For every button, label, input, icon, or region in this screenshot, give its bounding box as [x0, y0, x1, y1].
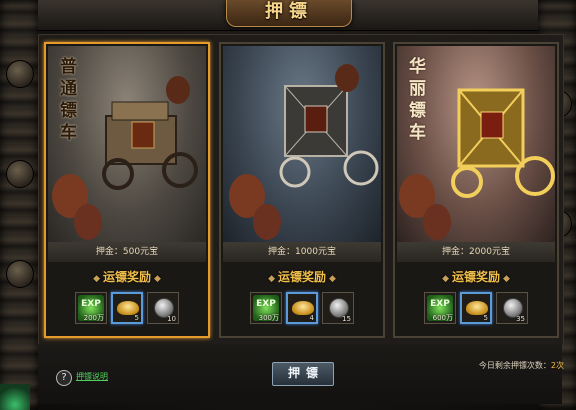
reward-qty: 300万 — [258, 314, 279, 322]
reward-qty: 200万 — [83, 314, 104, 322]
left-dragon-pillar — [0, 0, 38, 410]
gold-ingot-icon — [292, 301, 314, 315]
reward-qty: 15 — [342, 315, 351, 323]
gold-ingot-icon — [466, 301, 488, 315]
reward-slot-coin[interactable]: 15 — [322, 292, 354, 324]
deposit-text: 押金：500元宝 — [48, 242, 206, 262]
remaining-count: 今日剩余押镖次数：2次 — [479, 360, 564, 371]
reward-qty: 5 — [134, 314, 139, 322]
reward-title: ◆ 运镖奖励 ◆ — [93, 270, 161, 284]
reward-title-text: 运镖奖励 — [277, 270, 326, 284]
cart-name-char: 车 — [409, 123, 426, 143]
remaining-value: 2次 — [550, 361, 564, 370]
cart-name-luxury: 华 丽 镖 车 — [409, 56, 431, 144]
cart-card-iron[interactable]: 押金：1000元宝 ◆ 运镖奖励 ◆ EXP 300万 4 15 — [219, 42, 385, 338]
reward-slot-exp[interactable]: EXP 600万 — [424, 292, 456, 324]
reward-qty: 5 — [483, 314, 488, 322]
reward-qty: 35 — [516, 315, 525, 323]
help-icon[interactable]: ? — [56, 370, 72, 386]
reward-title-text: 运镖奖励 — [451, 270, 500, 284]
cart-name-char: 丽 — [409, 79, 426, 99]
window-title: 押镖 — [226, 0, 352, 27]
gold-ingot-icon — [117, 301, 139, 315]
cart-scene-iron — [223, 46, 381, 242]
cart-scene-luxury: 华 丽 镖 车 — [397, 46, 555, 242]
corner-decoration — [0, 384, 30, 410]
pillar-knot — [6, 260, 34, 288]
reward-slot-coin[interactable]: 35 — [496, 292, 528, 324]
cart-card-normal[interactable]: 普 通 镖 车 押金：500元宝 ◆ 运镖奖励 ◆ EXP 200万 5 10 — [44, 42, 210, 338]
pillar-knot — [6, 160, 34, 188]
reward-slot-exp[interactable]: EXP 200万 — [75, 292, 107, 324]
pillar-knot — [6, 60, 34, 88]
cart-name-char: 镖 — [409, 101, 426, 121]
escort-button[interactable]: 押镖 — [272, 362, 334, 386]
cart-name-char: 车 — [60, 123, 77, 143]
reward-slot-ingot[interactable]: 5 — [460, 292, 492, 324]
reward-row: EXP 600万 5 35 — [395, 292, 557, 328]
reward-row: EXP 200万 5 10 — [46, 292, 208, 328]
iron-cart-illustration — [229, 64, 379, 240]
deposit-text: 押金：1000元宝 — [223, 242, 381, 262]
deposit-text: 押金：2000元宝 — [397, 242, 555, 262]
cart-name-char: 通 — [60, 79, 77, 99]
cart-name-normal: 普 通 镖 车 — [60, 56, 82, 144]
reward-qty: 600万 — [432, 314, 453, 322]
reward-slot-coin[interactable]: 10 — [147, 292, 179, 324]
reward-slot-exp[interactable]: EXP 300万 — [250, 292, 282, 324]
cart-scene-normal: 普 通 镖 车 — [48, 46, 206, 242]
cart-card-luxury[interactable]: 华 丽 镖 车 押金：2000元宝 ◆ 运镖奖励 ◆ EXP 600万 5 35 — [393, 42, 559, 338]
reward-title-text: 运镖奖励 — [102, 270, 151, 284]
cart-name-char: 普 — [60, 57, 77, 77]
reward-qty: 4 — [309, 314, 314, 322]
reward-qty: 10 — [167, 315, 176, 323]
cart-name-char: 华 — [409, 57, 426, 77]
reward-slot-ingot[interactable]: 5 — [111, 292, 143, 324]
reward-title: ◆ 运镖奖励 ◆ — [268, 270, 336, 284]
reward-slot-ingot[interactable]: 4 — [286, 292, 318, 324]
cart-name-char: 镖 — [60, 101, 77, 121]
reward-title: ◆ 运镖奖励 ◆ — [442, 270, 510, 284]
help-link[interactable]: 押镖说明 — [76, 371, 108, 382]
remaining-label: 今日剩余押镖次数： — [478, 361, 551, 370]
reward-row: EXP 300万 4 15 — [221, 292, 383, 328]
